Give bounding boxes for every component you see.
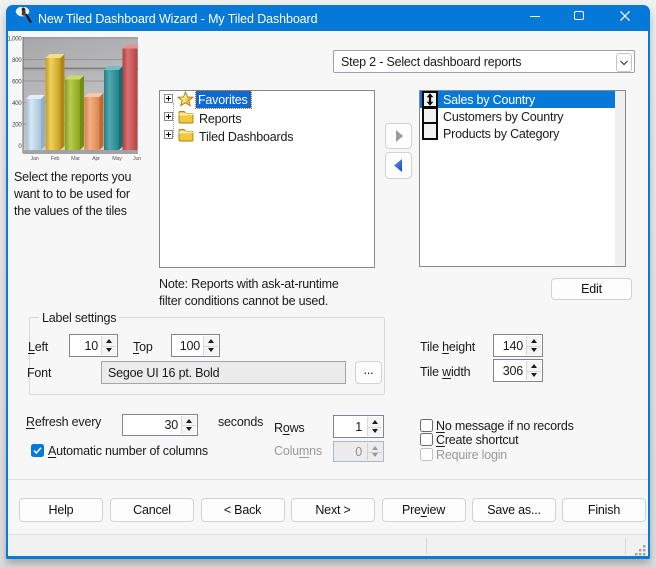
svg-text:Apr: Apr (92, 156, 100, 162)
svg-text:Jan: Jan (30, 156, 38, 162)
svg-text:600: 600 (12, 80, 22, 86)
svg-text:0: 0 (18, 144, 22, 150)
svg-text:Mar: Mar (71, 156, 80, 162)
svg-text:200: 200 (12, 123, 22, 129)
svg-text:1,000: 1,000 (7, 37, 22, 43)
svg-text:May: May (112, 156, 122, 162)
svg-text:Jun: Jun (133, 156, 141, 162)
svg-text:400: 400 (12, 101, 22, 107)
svg-text:800: 800 (12, 58, 22, 64)
svg-text:Feb: Feb (51, 156, 60, 162)
